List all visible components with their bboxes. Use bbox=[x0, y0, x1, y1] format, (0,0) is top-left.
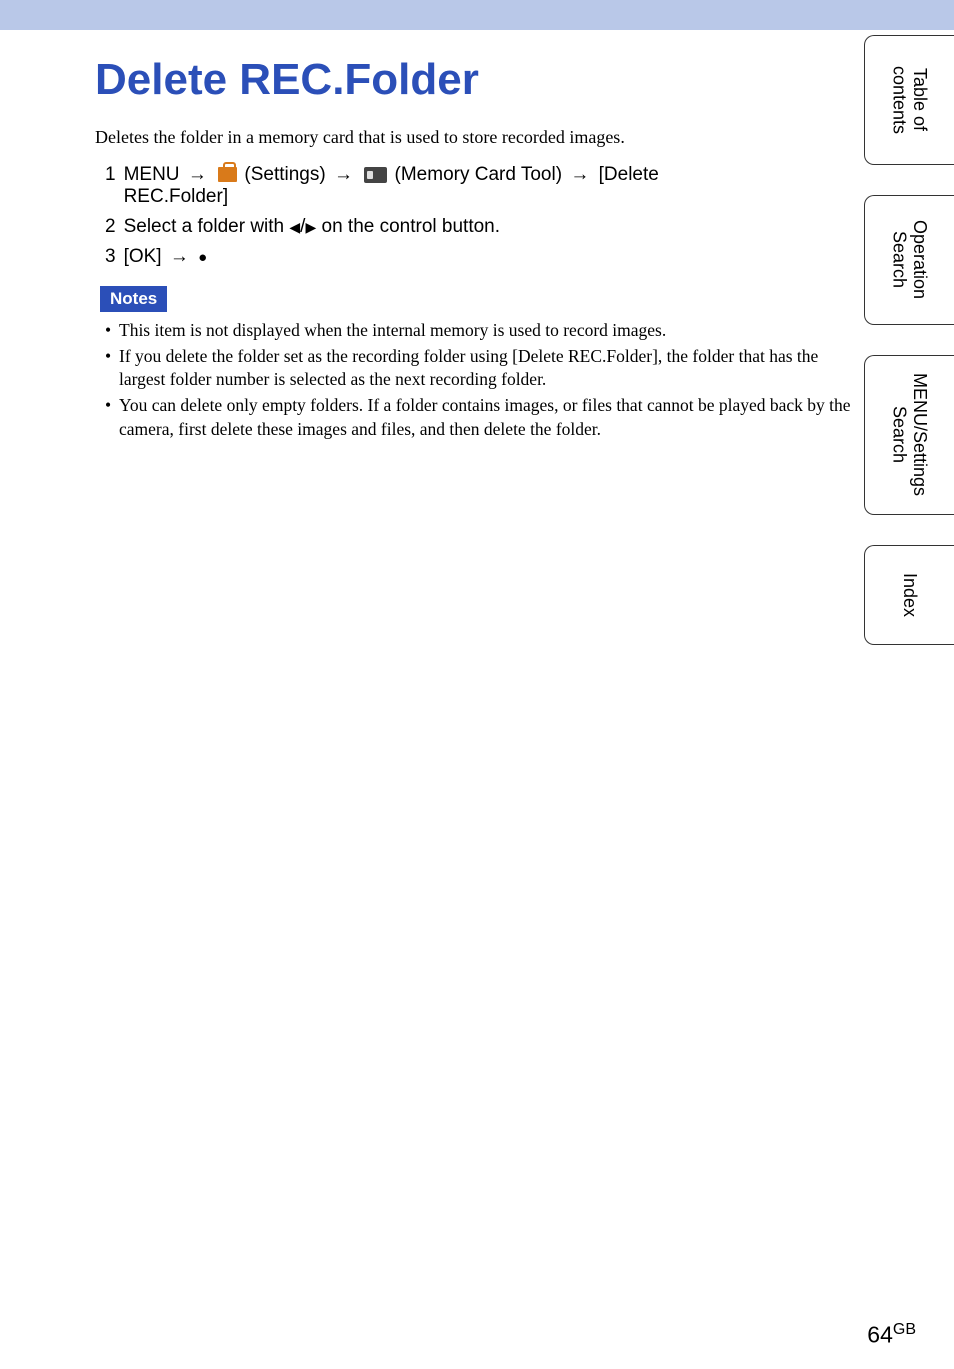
nav-tab-index[interactable]: Index bbox=[864, 545, 954, 645]
step-3: 3 [OK] bbox=[105, 246, 854, 268]
page-title: Delete REC.Folder bbox=[95, 55, 854, 105]
page-number: 64GB bbox=[867, 1321, 916, 1349]
step-list: 1 MENU (Settings) (Memory Card Tool) [De… bbox=[105, 164, 854, 268]
memory-card-icon bbox=[364, 167, 387, 183]
step-2: 2 Select a folder with / on the control … bbox=[105, 216, 854, 238]
notes-list: This item is not displayed when the inte… bbox=[95, 319, 854, 441]
arrow-icon bbox=[567, 164, 593, 185]
page-suffix: GB bbox=[893, 1321, 916, 1338]
arrow-icon bbox=[185, 164, 211, 185]
step2-before: Select a folder with bbox=[124, 216, 290, 237]
step3-ok: [OK] bbox=[124, 246, 162, 267]
nav-tab-toc[interactable]: Table of contents bbox=[864, 35, 954, 165]
step1-target: [Delete bbox=[599, 164, 659, 185]
left-arrow-icon bbox=[289, 216, 300, 237]
nav-tab-operation-search[interactable]: Operation Search bbox=[864, 195, 954, 325]
step1-settings-label: (Settings) bbox=[244, 164, 325, 185]
settings-icon bbox=[218, 167, 237, 182]
notes-badge: Notes bbox=[100, 286, 167, 312]
note-item: If you delete the folder set as the reco… bbox=[103, 345, 854, 392]
note-item: You can delete only empty folders. If a … bbox=[103, 394, 854, 441]
step-1: 1 MENU (Settings) (Memory Card Tool) [De… bbox=[105, 164, 854, 208]
right-arrow-icon bbox=[305, 216, 316, 237]
sidebar-nav: Table of contents Operation Search MENU/… bbox=[864, 35, 954, 645]
step2-after: on the control button. bbox=[316, 216, 500, 237]
arrow-icon bbox=[167, 246, 193, 267]
step-number: 2 bbox=[105, 216, 116, 238]
step1-menu: MENU bbox=[124, 164, 180, 185]
note-item: This item is not displayed when the inte… bbox=[103, 319, 854, 343]
center-button-icon bbox=[198, 246, 207, 267]
step1-target-line2: REC.Folder] bbox=[124, 186, 659, 208]
arrow-icon bbox=[331, 164, 357, 185]
nav-tab-menu-settings-search[interactable]: MENU/Settings Search bbox=[864, 355, 954, 515]
step1-tool-label: (Memory Card Tool) bbox=[395, 164, 563, 185]
page-num-value: 64 bbox=[867, 1322, 893, 1348]
intro-text: Deletes the folder in a memory card that… bbox=[95, 127, 854, 148]
step-number: 1 bbox=[105, 164, 116, 186]
main-content: Delete REC.Folder Deletes the folder in … bbox=[0, 30, 954, 441]
step-number: 3 bbox=[105, 246, 116, 268]
header-bar bbox=[0, 0, 954, 30]
